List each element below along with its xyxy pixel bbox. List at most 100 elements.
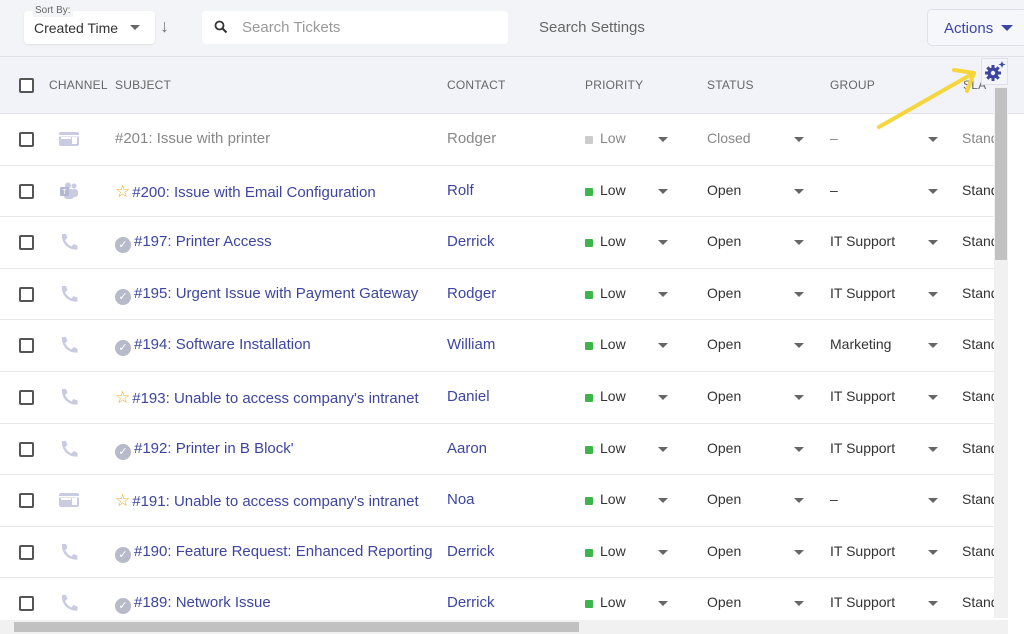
priority-select[interactable]: Low — [600, 233, 626, 249]
priority-select[interactable]: Low — [600, 594, 626, 610]
group-select[interactable]: IT Support — [830, 285, 895, 301]
table-row[interactable]: ☆ #191: Unable to access company's intran… — [0, 475, 994, 527]
group-select[interactable]: IT Support — [830, 543, 895, 559]
status-select[interactable]: Closed — [707, 130, 751, 146]
chevron-down-icon[interactable] — [928, 601, 938, 607]
priority-select[interactable]: Low — [600, 440, 626, 456]
table-row[interactable]: ☆ #193: Unable to access company's intran… — [0, 372, 994, 424]
priority-select[interactable]: Low — [600, 130, 626, 146]
sort-by-select[interactable]: Sort By: Created Time — [24, 5, 155, 44]
chevron-down-icon[interactable] — [794, 446, 804, 452]
priority-select[interactable]: Low — [600, 285, 626, 301]
contact-link[interactable]: Noa — [447, 491, 475, 508]
table-row[interactable]: ✓ #197: Printer Access Derrick Low Open I… — [0, 217, 994, 269]
chevron-down-icon[interactable] — [794, 395, 804, 400]
contact-link[interactable]: Derrick — [447, 594, 495, 611]
chevron-down-icon[interactable] — [794, 137, 804, 142]
table-row[interactable]: ✓ #194: Software Installation William Low… — [0, 320, 994, 372]
status-select[interactable]: Open — [707, 440, 741, 456]
chevron-down-icon[interactable] — [928, 291, 938, 297]
contact-link[interactable]: Daniel — [447, 388, 490, 405]
contact-link[interactable]: Derrick — [447, 233, 495, 250]
ticket-subject-link[interactable]: ✓ #194: Software Installation — [115, 336, 437, 357]
chevron-down-icon[interactable] — [928, 498, 938, 504]
priority-select[interactable]: Low — [600, 388, 626, 404]
status-select[interactable]: Open — [707, 285, 741, 301]
chevron-down-icon[interactable] — [658, 137, 668, 142]
group-select[interactable]: – — [830, 182, 838, 198]
ticket-subject-link[interactable]: ☆ #193: Unable to access company's intran… — [115, 388, 437, 408]
chevron-down-icon[interactable] — [658, 601, 668, 607]
table-row[interactable]: ✓ #192: Printer in B Block' Aaron Low Ope… — [0, 424, 994, 476]
chevron-down-icon[interactable] — [928, 549, 938, 555]
vertical-scrollbar-thumb[interactable] — [995, 88, 1007, 260]
row-checkbox[interactable] — [19, 596, 34, 612]
row-checkbox[interactable] — [19, 338, 34, 354]
table-row[interactable]: T ☆ #200: Issue with Email Configuration … — [0, 166, 994, 218]
column-subject[interactable]: SUBJECT — [115, 78, 171, 92]
contact-link[interactable]: William — [447, 336, 495, 353]
status-select[interactable]: Open — [707, 336, 741, 352]
column-settings-gear-icon[interactable] — [981, 58, 1008, 85]
search-tickets-input[interactable]: Search Tickets — [202, 11, 508, 44]
row-checkbox[interactable] — [19, 183, 34, 199]
group-select[interactable]: IT Support — [830, 388, 895, 404]
sort-direction-arrow-down-icon[interactable]: ↓ — [160, 16, 169, 37]
contact-link[interactable]: Derrick — [447, 543, 495, 560]
chevron-down-icon[interactable] — [794, 498, 804, 504]
ticket-subject-link[interactable]: ☆ #200: Issue with Email Configuration — [115, 182, 437, 202]
status-select[interactable]: Open — [707, 543, 741, 559]
group-select[interactable]: IT Support — [830, 440, 895, 456]
status-select[interactable]: Open — [707, 491, 741, 507]
row-checkbox[interactable] — [19, 286, 34, 302]
star-icon[interactable]: ☆ — [115, 491, 130, 510]
chevron-down-icon[interactable] — [658, 240, 668, 246]
row-checkbox[interactable] — [19, 390, 34, 405]
column-group[interactable]: GROUP — [830, 78, 875, 92]
chevron-down-icon[interactable] — [928, 137, 938, 142]
chevron-down-icon[interactable] — [658, 549, 668, 555]
ticket-subject-link[interactable]: ✓ #195: Urgent Issue with Payment Gateway — [115, 285, 437, 305]
status-select[interactable]: Open — [707, 594, 741, 610]
contact-link[interactable]: Rolf — [447, 182, 474, 199]
chevron-down-icon[interactable] — [658, 395, 668, 400]
star-icon[interactable]: ☆ — [115, 388, 130, 407]
priority-select[interactable]: Low — [600, 336, 626, 352]
ticket-subject-link[interactable]: ✓ #192: Printer in B Block' — [115, 440, 437, 460]
contact-link[interactable]: Rodger — [447, 285, 496, 302]
star-icon[interactable]: ☆ — [115, 182, 130, 201]
select-all-checkbox[interactable] — [19, 78, 34, 93]
group-select[interactable]: – — [830, 130, 838, 146]
chevron-down-icon[interactable] — [928, 395, 938, 400]
ticket-subject-link[interactable]: ✓ #197: Printer Access — [115, 233, 437, 254]
group-select[interactable]: – — [830, 491, 838, 507]
chevron-down-icon[interactable] — [794, 343, 804, 349]
status-select[interactable]: Open — [707, 233, 741, 249]
ticket-subject-link[interactable]: ✓ #189: Network Issue — [115, 594, 437, 615]
vertical-scrollbar[interactable] — [994, 86, 1008, 618]
row-checkbox[interactable] — [19, 441, 34, 457]
horizontal-scrollbar-thumb[interactable] — [14, 622, 579, 632]
chevron-down-icon[interactable] — [794, 188, 804, 194]
row-checkbox[interactable] — [19, 493, 34, 509]
chevron-down-icon[interactable] — [794, 601, 804, 607]
ticket-subject-link[interactable]: #201: Issue with printer — [115, 130, 437, 147]
row-checkbox[interactable] — [19, 544, 34, 560]
column-channel[interactable]: CHANNEL — [49, 78, 108, 92]
table-row[interactable]: ✓ #195: Urgent Issue with Payment Gateway… — [0, 269, 994, 321]
priority-select[interactable]: Low — [600, 182, 626, 198]
status-select[interactable]: Open — [707, 182, 741, 198]
ticket-subject-link[interactable]: ☆ #191: Unable to access company's intran… — [115, 491, 437, 511]
actions-button[interactable]: Actions — [927, 9, 1024, 46]
row-checkbox[interactable] — [19, 132, 34, 147]
table-row[interactable]: #201: Issue with printer Rodger Low Clos… — [0, 114, 994, 166]
chevron-down-icon[interactable] — [658, 498, 668, 504]
group-select[interactable]: IT Support — [830, 233, 895, 249]
search-settings-link[interactable]: Search Settings — [539, 19, 645, 36]
table-row[interactable]: ✓ #190: Feature Request: Enhanced Reporti… — [0, 527, 994, 579]
group-select[interactable]: IT Support — [830, 594, 895, 610]
status-select[interactable]: Open — [707, 388, 741, 404]
chevron-down-icon[interactable] — [658, 291, 668, 297]
contact-link[interactable]: Rodger — [447, 130, 496, 147]
chevron-down-icon[interactable] — [794, 240, 804, 246]
